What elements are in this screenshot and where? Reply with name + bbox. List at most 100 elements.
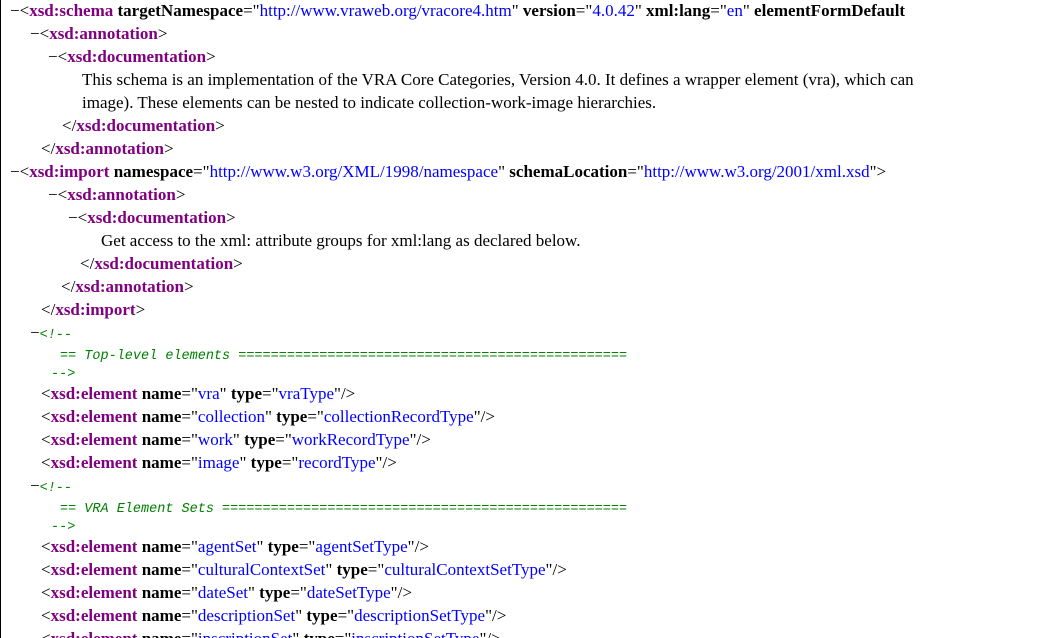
xml-line: <xsd:element name="culturalContextSet" t…	[41, 560, 567, 580]
attribute-value: http://www.vraweb.org/vracore4.htm	[259, 1, 512, 20]
markup: <	[57, 47, 68, 66]
markup: <	[41, 560, 51, 579]
markup: "/>	[479, 629, 500, 638]
xml-line: −<xsd:annotation>	[48, 185, 185, 205]
attribute-value: http://www.w3.org/2001/xml.xsd	[643, 162, 870, 181]
markup: ="	[181, 537, 198, 556]
markup: "	[247, 583, 260, 602]
attribute-name: name	[141, 430, 182, 449]
attribute-name: type	[336, 560, 368, 579]
comment-text: -->	[51, 520, 76, 535]
collapse-toggle-icon[interactable]: −	[30, 24, 40, 43]
attribute-name: schemaLocation	[509, 162, 628, 181]
attribute-name: xml:lang	[646, 1, 711, 20]
collapse-toggle-icon[interactable]: −	[10, 1, 20, 20]
attribute-value: recordType	[298, 453, 376, 472]
markup: >	[226, 208, 236, 227]
markup: "	[264, 407, 277, 426]
markup: "	[742, 1, 755, 20]
tag-name: xsd:schema	[29, 1, 114, 20]
markup: ="	[181, 583, 198, 602]
tag-name: xsd:import	[29, 162, 110, 181]
tag-name: xsd:documentation	[87, 208, 227, 227]
attribute-name: type	[244, 430, 276, 449]
attribute-value: descriptionSet	[197, 606, 296, 625]
markup: </	[61, 277, 76, 296]
tag-name: xsd:element	[50, 453, 138, 472]
markup: ="	[290, 583, 307, 602]
attribute-value: dateSetType	[306, 583, 391, 602]
xml-line: <xsd:element name="inscriptionSet" type=…	[41, 629, 501, 638]
collapse-toggle-icon[interactable]: −	[30, 323, 40, 342]
xml-line: This schema is an implementation of the …	[82, 70, 914, 90]
collapse-toggle-icon[interactable]: −	[30, 476, 40, 495]
attribute-value: collectionRecordType	[323, 407, 474, 426]
attribute-name: name	[141, 453, 182, 472]
xml-line: </xsd:documentation>	[80, 254, 243, 274]
attribute-name: type	[250, 453, 282, 472]
markup: "	[239, 453, 251, 472]
markup: </	[41, 139, 56, 158]
xml-line: <xsd:element name="dateSet" type="dateSe…	[41, 583, 412, 603]
xml-line: </xsd:annotation>	[61, 277, 194, 297]
collapse-toggle-icon[interactable]: −	[10, 162, 20, 181]
markup: "/>	[334, 384, 356, 403]
collapse-toggle-icon[interactable]: −	[48, 47, 58, 66]
markup: "	[498, 162, 510, 181]
attribute-value: vra	[197, 384, 220, 403]
xml-line: </xsd:import>	[41, 300, 145, 320]
comment-text: <!--	[39, 481, 72, 496]
xml-tree-viewer: −<xsd:schema targetNamespace="http://www…	[0, 0, 1061, 638]
markup: >	[233, 254, 243, 273]
tag-name: xsd:annotation	[49, 24, 158, 43]
xml-line: <xsd:element name="agentSet" type="agent…	[41, 537, 429, 557]
text-node: image). These elements can be nested to …	[82, 93, 657, 112]
attribute-value: descriptionSetType	[354, 606, 486, 625]
xml-line: −<xsd:documentation>	[68, 208, 236, 228]
comment-text: -->	[51, 367, 76, 382]
markup: "/>	[409, 430, 431, 449]
text-node: Get access to the xml: attribute groups …	[101, 231, 581, 250]
markup: ="	[627, 162, 644, 181]
markup: ="	[575, 1, 593, 20]
markup: ="	[181, 560, 198, 579]
comment-text: <!--	[39, 328, 72, 343]
attribute-name: name	[141, 537, 182, 556]
attribute-name: type	[304, 629, 335, 638]
comment-text: == Top-level elements ==================…	[60, 349, 628, 364]
xml-line: <xsd:element name="image" type="recordTy…	[41, 453, 397, 473]
markup: "	[511, 1, 523, 20]
attribute-value: 4.0.42	[592, 1, 635, 20]
markup: "	[325, 560, 337, 579]
markup: >	[135, 300, 146, 319]
markup: >	[206, 47, 216, 66]
tag-name: xsd:annotation	[55, 139, 164, 158]
xml-line: <xsd:element name="work" type="workRecor…	[41, 430, 431, 450]
markup: >	[183, 277, 194, 296]
markup: ="	[181, 629, 198, 638]
tag-name: xsd:annotation	[67, 185, 176, 204]
xml-line: == VRA Element Sets ====================…	[30, 497, 627, 517]
attribute-value: en	[726, 1, 743, 20]
markup: ="	[337, 606, 355, 625]
attribute-name: name	[141, 407, 182, 426]
collapse-toggle-icon[interactable]: −	[68, 208, 78, 227]
tag-name: xsd:element	[50, 407, 138, 426]
markup: <	[41, 537, 51, 556]
markup: ">	[869, 162, 887, 181]
tag-name: xsd:element	[50, 537, 138, 556]
attribute-name: type	[276, 407, 308, 426]
attribute-value: inscriptionSetType	[351, 629, 479, 638]
attribute-name: type	[306, 606, 338, 625]
markup: <	[39, 24, 50, 43]
xml-line: <xsd:element name="collection" type="col…	[41, 407, 495, 427]
markup: "/>	[375, 453, 397, 472]
markup: ="	[193, 162, 210, 181]
markup: "	[295, 606, 307, 625]
xml-line: </xsd:annotation>	[41, 139, 174, 159]
xml-line: −<xsd:import namespace="http://www.w3.or…	[10, 162, 886, 182]
markup: <	[41, 407, 51, 426]
attribute-value: vraType	[278, 384, 334, 403]
collapse-toggle-icon[interactable]: −	[48, 185, 58, 204]
markup: <	[57, 185, 68, 204]
